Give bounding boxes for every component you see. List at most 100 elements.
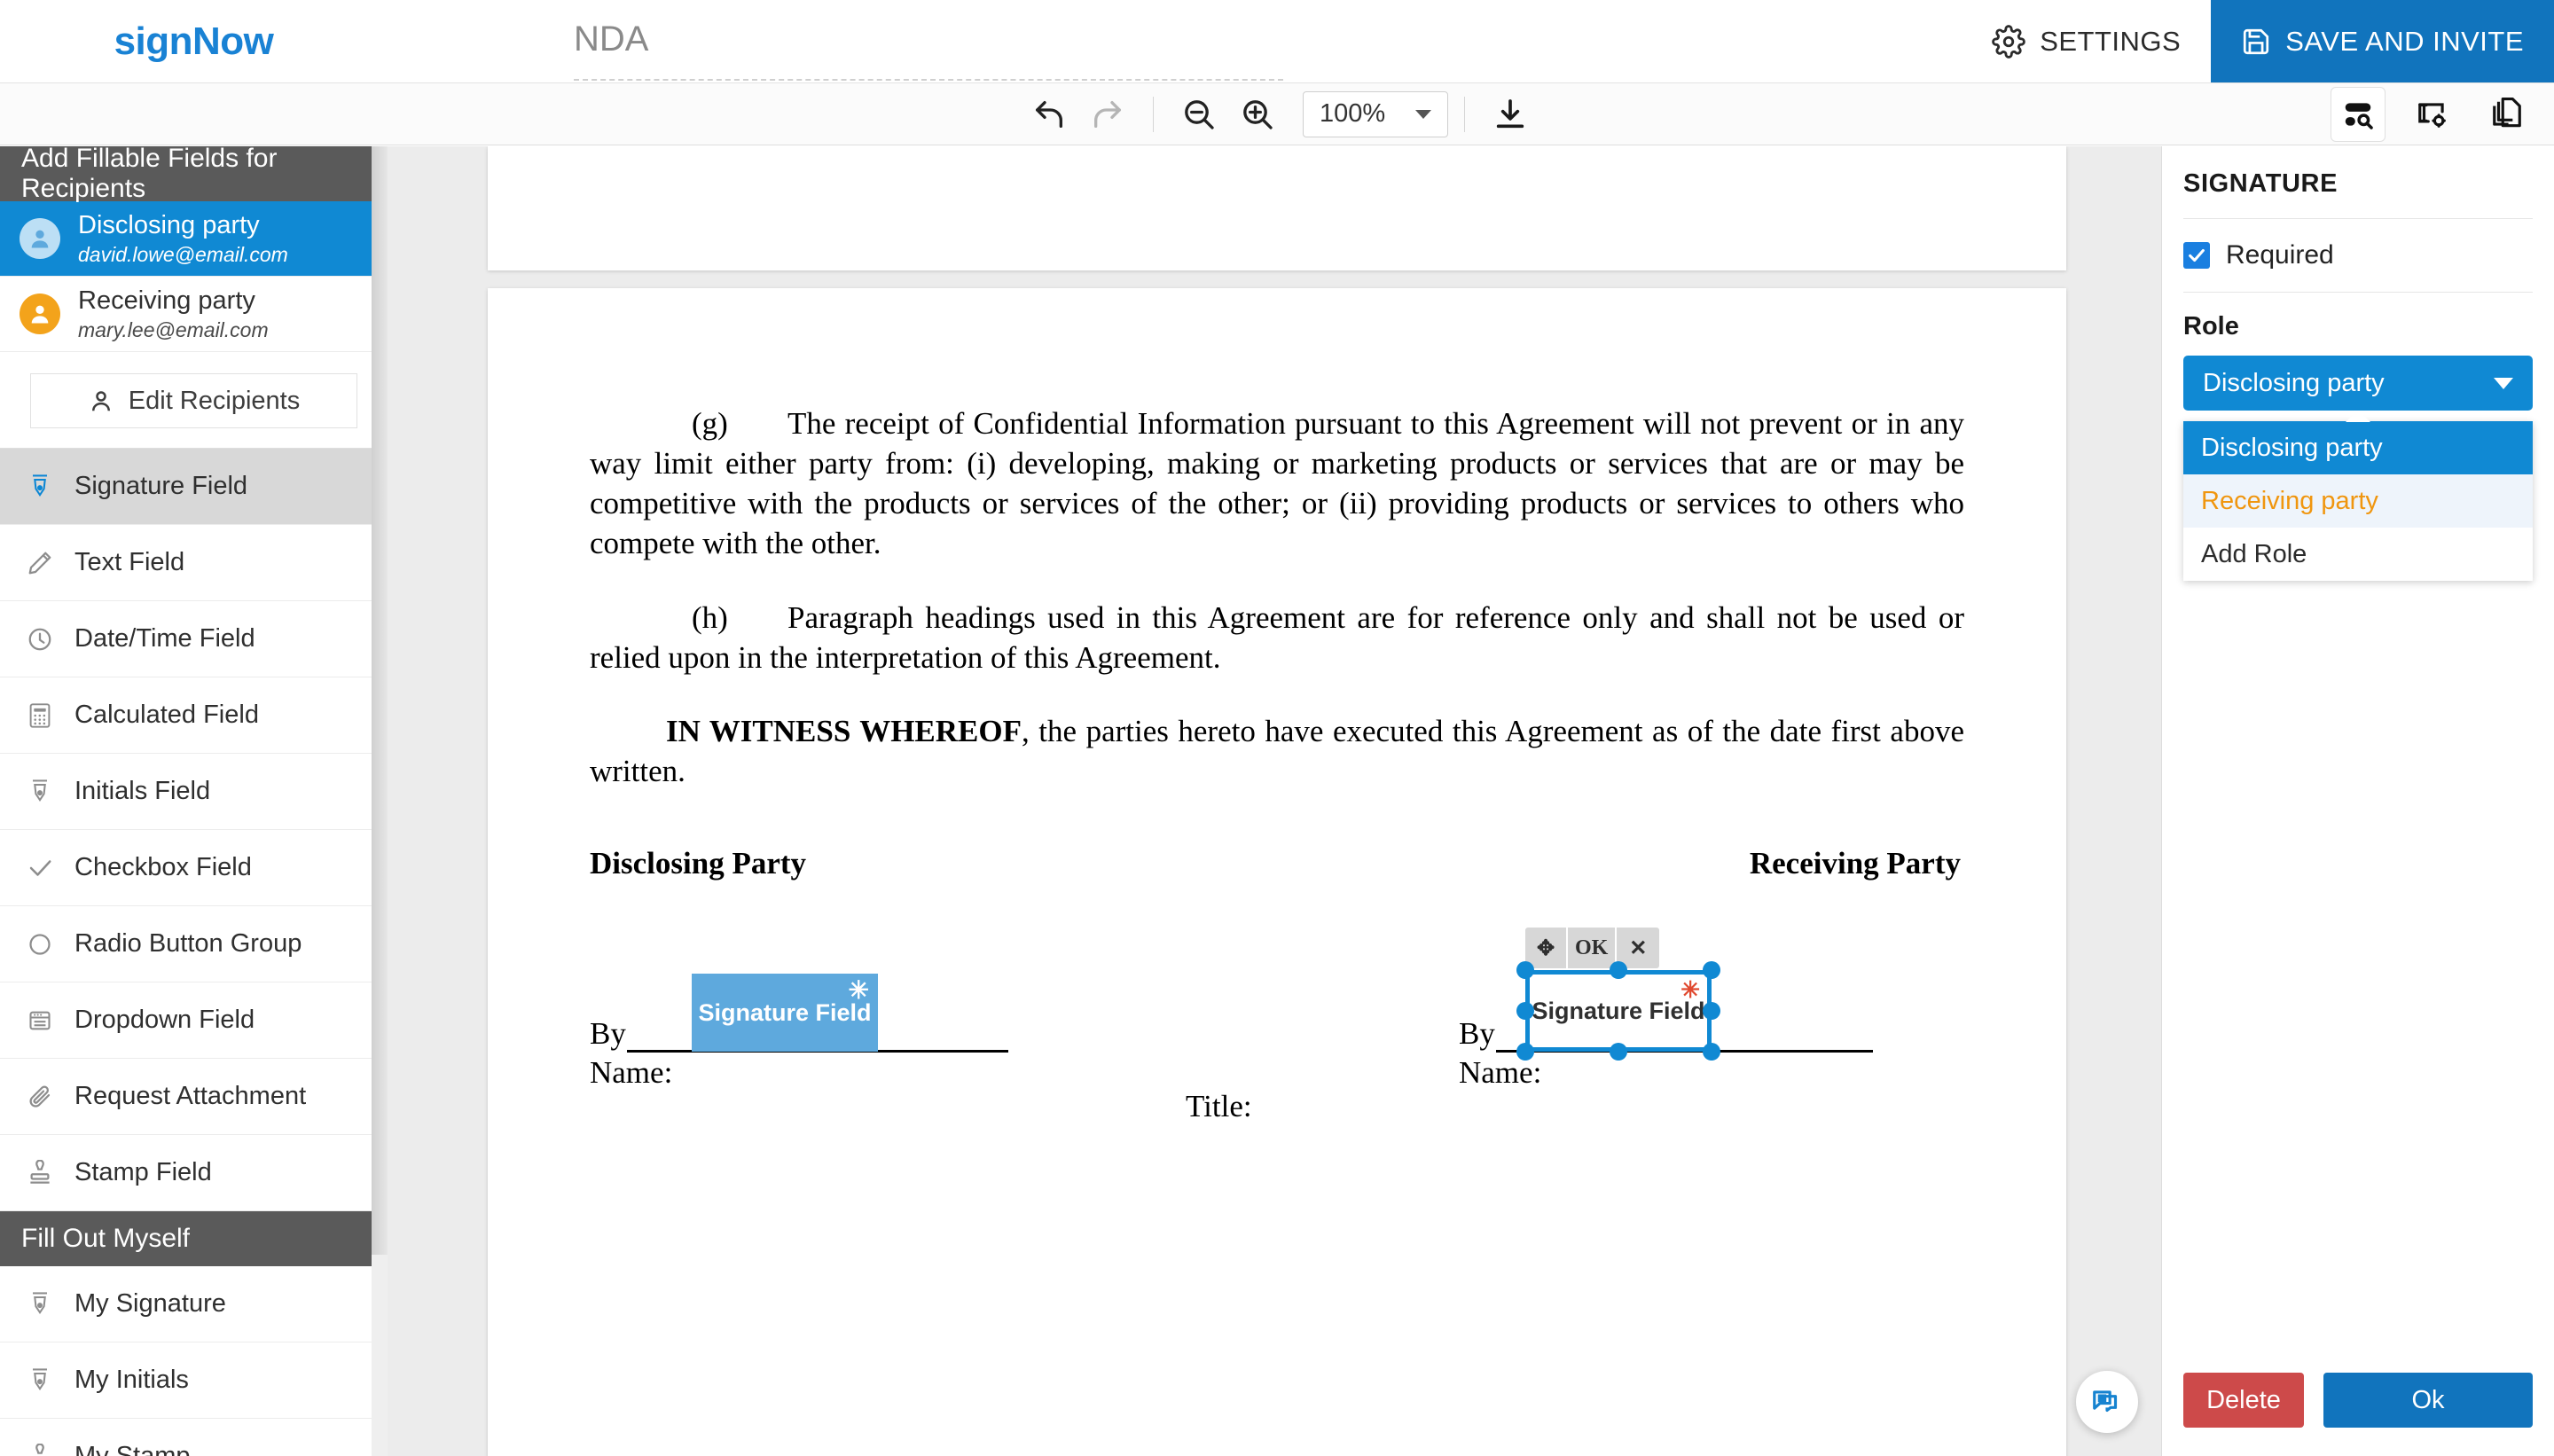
chat-button[interactable] bbox=[2076, 1371, 2138, 1433]
sidebar-scrollbar[interactable] bbox=[372, 146, 388, 1456]
chevron-down-icon bbox=[2494, 377, 2513, 389]
sidebar-item-my-signature[interactable]: My Signature bbox=[0, 1266, 388, 1342]
pencil-icon bbox=[25, 550, 55, 576]
sidebar-item-calculated-field[interactable]: Calculated Field bbox=[0, 677, 388, 754]
recipient-email: david.lowe@email.com bbox=[78, 242, 288, 266]
pen-nib-icon bbox=[25, 1366, 55, 1395]
sidebar-item-my-initials[interactable]: My Initials bbox=[0, 1342, 388, 1419]
sidebar-item-label: Stamp Field bbox=[74, 1158, 212, 1186]
paragraph-text: Paragraph headings used in this Agreemen… bbox=[590, 599, 1964, 675]
resize-handle-sw[interactable] bbox=[1516, 1043, 1534, 1061]
sidebar-item-request-attachment[interactable]: Request Attachment bbox=[0, 1059, 388, 1135]
sidebar-item-stamp-field[interactable]: Stamp Field bbox=[0, 1135, 388, 1211]
sidebar-item-label: Signature Field bbox=[74, 472, 248, 500]
name-label-right: Name: bbox=[1459, 1055, 1542, 1091]
close-icon: ✕ bbox=[1629, 936, 1648, 960]
calculator-icon bbox=[25, 702, 55, 729]
resize-handle-s[interactable] bbox=[1610, 1043, 1627, 1061]
title-label: Title: bbox=[1186, 1089, 1252, 1124]
circle-icon bbox=[25, 932, 55, 957]
paragraph-h: (h) Paragraph headings used in this Agree… bbox=[590, 598, 1964, 677]
resize-handle-ne[interactable] bbox=[1703, 961, 1720, 980]
required-checkbox[interactable] bbox=[2183, 242, 2210, 269]
zoom-level-select[interactable]: 100% bbox=[1303, 90, 1448, 137]
field-search-button[interactable] bbox=[2331, 86, 2386, 142]
chevron-down-icon bbox=[1415, 109, 1431, 119]
field-search-icon bbox=[2341, 98, 2375, 131]
recipient-text: Disclosing party david.lowe@email.com bbox=[78, 211, 288, 267]
brand-logo[interactable]: signNow bbox=[0, 0, 388, 82]
paragraph-label: (h) bbox=[692, 599, 728, 635]
paragraph-g: (g) The receipt of Confidential Informati… bbox=[590, 403, 1964, 564]
sidebar-scrollbar-thumb[interactable] bbox=[372, 146, 388, 1255]
pen-nib-icon bbox=[25, 1290, 55, 1319]
left-sidebar: Add Fillable Fields for Recipients Discl… bbox=[0, 146, 388, 1456]
resize-handle-w[interactable] bbox=[1516, 1002, 1534, 1021]
edit-recipients-button[interactable]: Edit Recipients bbox=[30, 373, 357, 428]
field-settings-button[interactable] bbox=[2405, 87, 2460, 142]
role-option-add-role[interactable]: Add Role bbox=[2183, 528, 2533, 581]
sidebar-item-radio-button-group[interactable]: Radio Button Group bbox=[0, 906, 388, 982]
move-icon: ✥ bbox=[1536, 936, 1555, 960]
receiving-party-heading: Receiving Party bbox=[1749, 846, 1961, 881]
document-page-1 bbox=[488, 146, 2066, 270]
recipient-receiving-party[interactable]: Receiving party mary.lee@email.com bbox=[0, 277, 388, 352]
resize-handle-nw[interactable] bbox=[1516, 961, 1534, 980]
recipient-name: Receiving party bbox=[78, 286, 255, 315]
copy-pages-button[interactable] bbox=[2480, 87, 2534, 142]
clock-icon bbox=[25, 626, 55, 653]
disclosing-party-heading: Disclosing Party bbox=[590, 846, 807, 881]
recipient-disclosing-party[interactable]: Disclosing party david.lowe@email.com bbox=[0, 201, 388, 277]
resize-handle-se[interactable] bbox=[1703, 1043, 1720, 1061]
settings-button[interactable]: SETTINGS bbox=[1962, 0, 2211, 82]
resize-handle-e[interactable] bbox=[1703, 1002, 1720, 1021]
zoom-out-button[interactable] bbox=[1170, 90, 1228, 139]
delete-button[interactable]: Delete bbox=[2183, 1373, 2304, 1428]
panel-footer: Delete Ok bbox=[2183, 1373, 2533, 1428]
role-option-receiving-party[interactable]: Receiving party bbox=[2183, 474, 2533, 528]
document-title-input[interactable]: NDA bbox=[574, 20, 1283, 81]
sidebar-item-label: Checkbox Field bbox=[74, 853, 252, 881]
download-button[interactable] bbox=[1481, 90, 1539, 139]
role-dropdown-menu: Disclosing party Receiving party Add Rol… bbox=[2183, 411, 2533, 581]
sidebar-item-initials-field[interactable]: Initials Field bbox=[0, 754, 388, 830]
stamp-icon bbox=[25, 1159, 55, 1186]
top-header: signNow NDA SETTINGS SAVE AND INVITE bbox=[0, 0, 2554, 83]
zoom-in-button[interactable] bbox=[1228, 90, 1287, 139]
signature-field-label: Signature Field bbox=[1532, 997, 1705, 1024]
ok-button[interactable]: Ok bbox=[2323, 1373, 2533, 1428]
sidebar-item-my-stamp[interactable]: My Stamp bbox=[0, 1419, 388, 1456]
move-field-button[interactable]: ✥ bbox=[1525, 928, 1568, 969]
sidebar-item-label: Radio Button Group bbox=[74, 929, 302, 958]
signature-field-receiving-selected[interactable]: Signature Field ✳ bbox=[1516, 961, 1720, 1061]
zoom-in-icon bbox=[1240, 97, 1275, 132]
sidebar-item-signature-field[interactable]: Signature Field bbox=[0, 449, 388, 525]
undo-button[interactable] bbox=[1020, 90, 1078, 139]
document-canvas[interactable]: (g) The receipt of Confidential Informati… bbox=[388, 146, 2161, 1456]
resize-handle-n[interactable] bbox=[1610, 961, 1627, 980]
redo-icon bbox=[1090, 97, 1125, 132]
sidebar-item-dropdown-field[interactable]: Dropdown Field bbox=[0, 982, 388, 1059]
save-and-invite-button[interactable]: SAVE AND INVITE bbox=[2211, 0, 2554, 82]
required-asterisk-icon: ✳ bbox=[848, 976, 869, 1005]
brand-name: signNow bbox=[114, 19, 274, 63]
signature-field-disclosing[interactable]: Signature Field ✳ bbox=[692, 974, 878, 1053]
document-title-container: NDA bbox=[388, 0, 1283, 82]
role-selected-value: Disclosing party bbox=[2203, 368, 2385, 397]
by-label-left: By bbox=[590, 1016, 626, 1052]
recipient-text: Receiving party mary.lee@email.com bbox=[78, 286, 269, 342]
role-option-label: Receiving party bbox=[2201, 486, 2378, 515]
role-label: Role bbox=[2183, 312, 2239, 341]
field-ok-button[interactable]: OK bbox=[1568, 928, 1618, 969]
zoom-level-value: 100% bbox=[1320, 99, 1386, 128]
role-select[interactable]: Disclosing party Disclosing party Receiv… bbox=[2183, 356, 2533, 581]
sidebar-item-label: My Initials bbox=[74, 1366, 189, 1394]
recipient-name: Disclosing party bbox=[78, 210, 260, 239]
toolbar-right-group bbox=[2331, 86, 2534, 142]
sidebar-item-datetime-field[interactable]: Date/Time Field bbox=[0, 601, 388, 677]
role-option-disclosing-party[interactable]: Disclosing party bbox=[2183, 421, 2533, 474]
sidebar-item-checkbox-field[interactable]: Checkbox Field bbox=[0, 830, 388, 906]
redo-button[interactable] bbox=[1078, 90, 1137, 139]
sidebar-item-text-field[interactable]: Text Field bbox=[0, 525, 388, 601]
field-settings-icon bbox=[2416, 98, 2449, 131]
